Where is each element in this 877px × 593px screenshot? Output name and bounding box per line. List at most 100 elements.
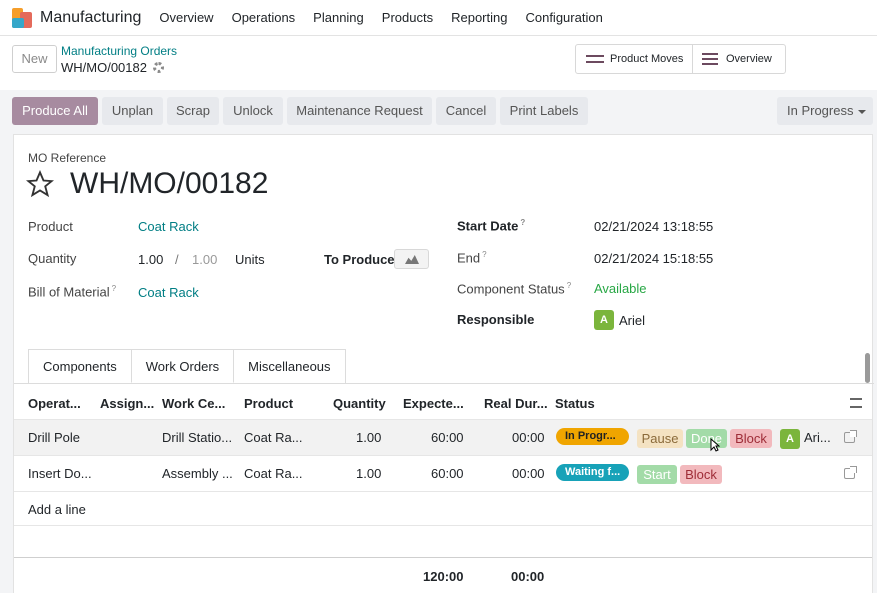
avatar: A <box>780 429 800 449</box>
mouse-cursor-icon <box>710 438 720 452</box>
component-status-value: Available <box>594 281 647 296</box>
app-name[interactable]: Manufacturing <box>40 9 141 27</box>
column-settings-icon[interactable] <box>850 398 862 408</box>
product-label: Product <box>28 219 73 234</box>
external-link-icon[interactable] <box>844 430 857 443</box>
row-expected: 60:00 <box>431 430 464 445</box>
row-quantity: 1.00 <box>356 466 382 481</box>
table-row[interactable]: Insert Do... Assembly ... Coat Ra... 1.0… <box>14 455 872 491</box>
external-link-icon[interactable] <box>844 466 857 479</box>
breadcrumb-current: WH/MO/00182 <box>61 60 164 75</box>
row-product: Coat Ra... <box>244 466 303 481</box>
col-assigned[interactable]: Assign... <box>100 396 154 411</box>
new-button[interactable]: New <box>12 45 57 73</box>
end-date-label-text: End <box>457 250 481 266</box>
product-moves-label: Product Moves <box>610 53 684 65</box>
cancel-button[interactable]: Cancel <box>436 97 496 125</box>
product-moves-button[interactable]: Product Moves <box>575 44 693 74</box>
row-operation: Insert Do... <box>28 466 92 481</box>
top-navbar: Manufacturing Overview Operations Planni… <box>0 0 877 36</box>
menu-planning[interactable]: Planning <box>313 10 364 25</box>
status-badge: In Progr... <box>556 428 629 445</box>
col-quantity[interactable]: Quantity <box>333 396 386 411</box>
col-work-center[interactable]: Work Ce... <box>162 396 225 411</box>
overview-button[interactable]: Overview <box>692 44 786 74</box>
uom-value[interactable]: Units <box>235 252 265 267</box>
menu-operations[interactable]: Operations <box>232 10 296 25</box>
quantity-total: 1.00 <box>192 252 218 267</box>
menu-products[interactable]: Products <box>382 10 433 25</box>
print-labels-button[interactable]: Print Labels <box>500 97 588 125</box>
help-icon[interactable]: ? <box>520 218 525 227</box>
manufacturing-app-icon[interactable] <box>12 7 32 28</box>
col-product[interactable]: Product <box>244 396 293 411</box>
done-button[interactable]: Done <box>686 429 727 448</box>
row-real-duration: 00:00 <box>512 466 545 481</box>
quantity-label: Quantity <box>28 251 77 266</box>
arrows-exchange-icon <box>586 53 604 65</box>
col-operation[interactable]: Operat... <box>28 396 81 411</box>
status-dropdown-label: In Progress <box>787 103 854 118</box>
end-date-value[interactable]: 02/21/2024 15:18:55 <box>594 251 713 266</box>
produce-all-button[interactable]: Produce All <box>12 97 98 125</box>
action-bar: Produce All Unplan Scrap Unlock Maintena… <box>0 90 877 130</box>
bom-label-text: Bill of Material <box>28 284 110 300</box>
add-line-link[interactable]: Add a line <box>28 502 86 517</box>
product-value[interactable]: Coat Rack <box>138 219 199 234</box>
start-date-label: Start Date? <box>457 218 525 233</box>
unplan-button[interactable]: Unplan <box>102 97 163 125</box>
caret-down-icon <box>858 109 867 114</box>
col-real-duration[interactable]: Real Dur... <box>484 396 548 411</box>
col-status[interactable]: Status <box>555 396 595 411</box>
to-produce-label: To Produce <box>324 252 395 267</box>
row-work-center: Assembly ... <box>162 466 233 481</box>
row-product: Coat Ra... <box>244 430 303 445</box>
empty-row <box>14 525 872 557</box>
unlock-button[interactable]: Unlock <box>223 97 283 125</box>
pause-button[interactable]: Pause <box>637 429 683 448</box>
breadcrumb-current-label: WH/MO/00182 <box>61 60 147 75</box>
menu-configuration[interactable]: Configuration <box>525 10 602 25</box>
block-button[interactable]: Block <box>730 429 772 448</box>
total-real-duration: 00:00 <box>511 569 545 584</box>
breadcrumb-parent[interactable]: Manufacturing Orders <box>61 44 177 58</box>
forecast-chart-button[interactable] <box>394 249 429 269</box>
gear-icon[interactable] <box>152 62 164 73</box>
start-date-label-text: Start Date <box>457 218 519 234</box>
mo-reference-label: MO Reference <box>28 151 107 165</box>
star-icon[interactable] <box>26 170 54 198</box>
status-dropdown[interactable]: In Progress <box>777 97 873 125</box>
tab-components[interactable]: Components <box>28 349 132 383</box>
quantity-input[interactable]: 1.00 <box>138 252 163 267</box>
control-panel: New Manufacturing Orders WH/MO/00182 Pro… <box>0 36 877 90</box>
row-real-duration: 00:00 <box>512 430 545 445</box>
avatar: A <box>594 310 614 330</box>
end-date-label: End? <box>457 250 487 265</box>
block-button[interactable]: Block <box>680 465 722 484</box>
help-icon[interactable]: ? <box>567 281 571 290</box>
menu-overview[interactable]: Overview <box>159 10 213 25</box>
component-status-label: Component Status? <box>457 281 571 296</box>
scrap-button[interactable]: Scrap <box>167 97 219 125</box>
totals-row: 120:00 00:00 <box>14 557 872 593</box>
start-date-value[interactable]: 02/21/2024 13:18:55 <box>594 219 713 234</box>
overview-label: Overview <box>726 53 772 65</box>
maintenance-request-button[interactable]: Maintenance Request <box>287 97 432 125</box>
scrollbar[interactable] <box>865 353 870 383</box>
bom-value[interactable]: Coat Rack <box>138 285 199 300</box>
notebook-tabs: Components Work Orders Miscellaneous <box>28 349 346 383</box>
help-icon[interactable]: ? <box>482 250 486 259</box>
start-button[interactable]: Start <box>637 465 677 484</box>
responsible-value[interactable]: Ariel <box>619 313 645 328</box>
row-work-center: Drill Statio... <box>162 430 233 445</box>
list-icon <box>702 53 718 65</box>
form-sheet: MO Reference WH/MO/00182 Product Coat Ra… <box>13 134 874 593</box>
menu-reporting[interactable]: Reporting <box>451 10 507 25</box>
table-row[interactable]: Drill Pole Drill Statio... Coat Ra... 1.… <box>14 419 872 455</box>
total-expected: 120:00 <box>423 569 464 584</box>
tab-miscellaneous[interactable]: Miscellaneous <box>233 349 346 383</box>
row-user: Ari... <box>804 430 831 445</box>
col-expected[interactable]: Expecte... <box>403 396 464 411</box>
tab-work-orders[interactable]: Work Orders <box>130 349 235 383</box>
help-icon[interactable]: ? <box>112 284 116 293</box>
